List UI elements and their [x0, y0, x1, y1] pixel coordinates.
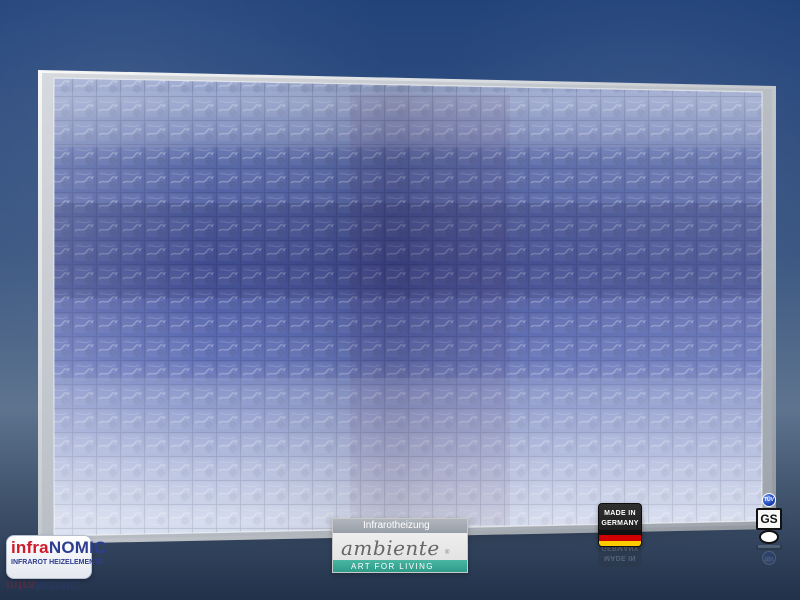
panel-wrap: [0, 0, 800, 600]
made-in-germany-line2: GERMANY: [601, 520, 639, 527]
glass-panel-image: [38, 70, 776, 544]
ambiente-registered-mark: ®: [445, 550, 450, 556]
made-in-germany-line1: MADE IN: [604, 510, 636, 517]
gs-label: GS: [756, 508, 782, 530]
infranomic-subtitle: INFRAROT HEIZELEMENTE: [11, 559, 104, 566]
ambiente-logo: Infrarotheizung ambiente ® ART FOR LIVIN…: [332, 518, 468, 573]
infranomic-title: infraNOMIC: [11, 538, 106, 557]
product-scene: infraNOMIC INFRAROT HEIZELEMENTE infraNO…: [0, 0, 800, 600]
ambiente-tagline: ART FOR LIVING: [351, 562, 434, 571]
gs-eagle-icon: [759, 530, 779, 544]
infranomic-title-lower: infra: [11, 538, 49, 557]
glass-surface: [54, 78, 762, 536]
germany-flag-gold: [599, 540, 641, 546]
infranomic-logo: infraNOMIC INFRAROT HEIZELEMENTE: [6, 535, 106, 579]
tuv-icon: TÜV: [762, 493, 776, 507]
infranomic-title-upper: NOMIC: [48, 538, 107, 557]
ambiente-heading: Infrarotheizung: [363, 520, 430, 531]
gs-certification-mark: TÜV GS: [756, 493, 782, 545]
ambiente-wordmark: ambiente: [341, 536, 440, 560]
germany-flag: [599, 530, 641, 546]
made-in-germany-badge: MADE IN GERMANY: [598, 503, 642, 547]
